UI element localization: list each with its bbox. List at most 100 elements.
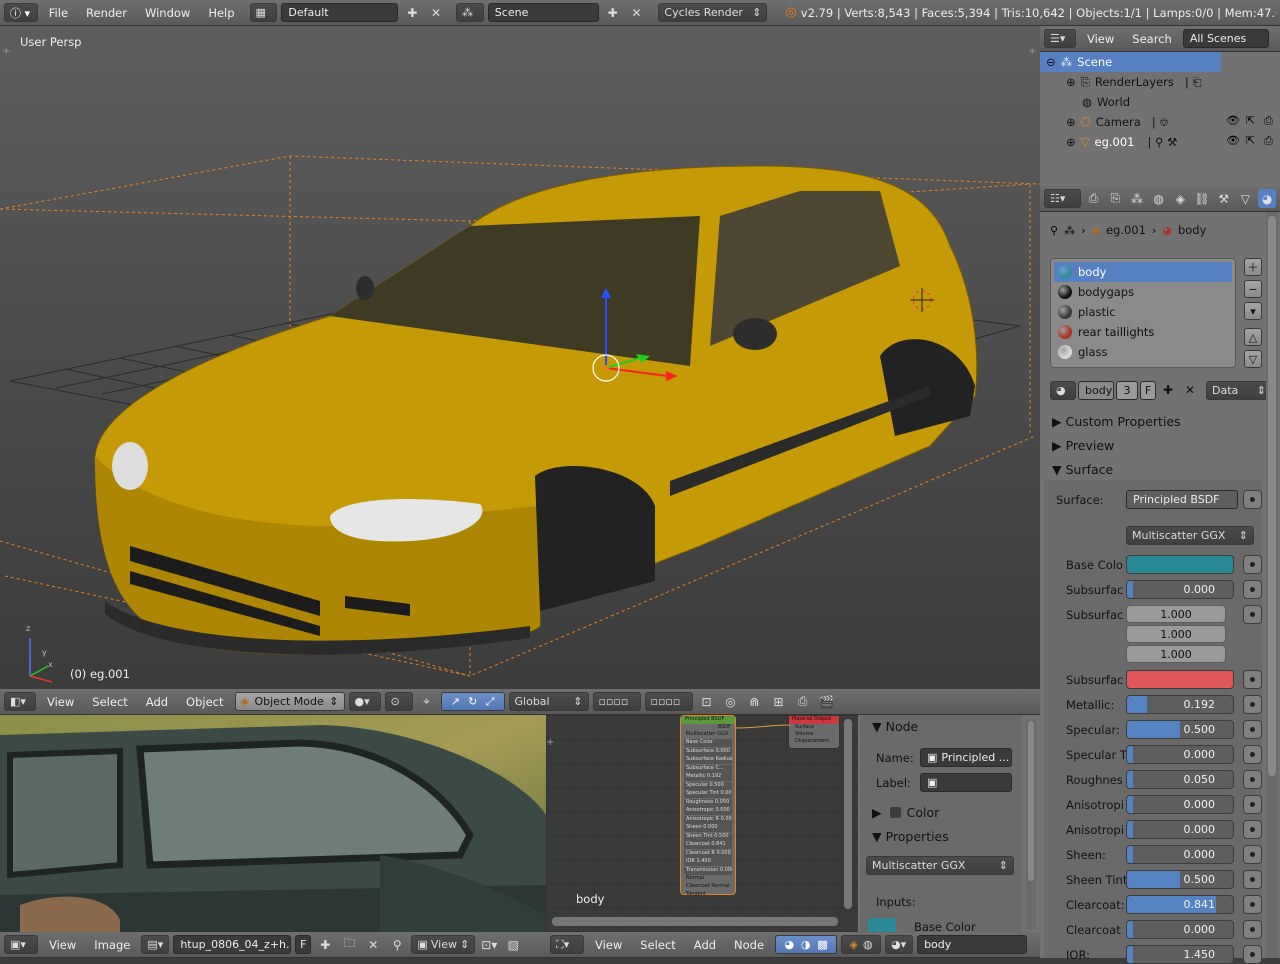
node-distribution-select[interactable]: Multiscatter GGX ⇕	[866, 856, 1014, 875]
menu-window[interactable]: Window	[138, 6, 197, 20]
delete-layout-icon[interactable]: ✕	[426, 3, 446, 22]
properties-scroll-thumb[interactable]	[1268, 216, 1276, 776]
data-tab-icon[interactable]: ▽	[1237, 189, 1255, 208]
panel-custom-properties[interactable]: ▶ Custom Properties	[1052, 410, 1181, 432]
image-editor-canvas[interactable]	[0, 715, 546, 932]
value-slider[interactable]: 0.500	[1126, 870, 1234, 889]
object-tab-icon[interactable]: ◈	[1172, 189, 1190, 208]
manipulator-mode-buttons[interactable]: ↗ ↻ ⤢	[440, 692, 505, 711]
collapse-icon[interactable]: ⊖	[1046, 55, 1056, 69]
add-scene-icon[interactable]: ✚	[603, 3, 623, 22]
input-socket-button[interactable]	[1243, 945, 1262, 964]
outliner-menu-view[interactable]: View	[1080, 32, 1121, 46]
node-material-field[interactable]: body	[917, 935, 1028, 954]
material-users-count[interactable]: 3	[1116, 380, 1138, 400]
node-editor-canvas[interactable]: + Principled BSDF BSDF Multiscatter GGX B…	[546, 715, 858, 932]
remove-slot-button[interactable]: −	[1244, 280, 1262, 298]
pin-icon[interactable]: ⚲	[1050, 224, 1058, 237]
outliner-item-renderlayers[interactable]: ⊕ ⎘ RenderLayers | ⎗	[1066, 72, 1202, 92]
node-menu-select[interactable]: Select	[633, 938, 682, 952]
new-image-icon[interactable]: ✚	[315, 935, 335, 954]
node-horizontal-scrollbar[interactable]	[552, 917, 838, 926]
shading-select[interactable]: ●▾	[348, 692, 381, 711]
node-menu-node[interactable]: Node	[727, 938, 771, 952]
proportional-edit-icon[interactable]: ◎	[721, 692, 741, 711]
node-label-field[interactable]: ▣	[920, 773, 1012, 792]
render-tab-icon[interactable]: ⎙	[1085, 189, 1103, 208]
panel-node[interactable]: ▼ Node	[872, 715, 918, 737]
image-name-field[interactable]: htup_0806_04_z+h...	[173, 935, 292, 954]
input-socket-button[interactable]	[1243, 795, 1262, 814]
image-mode-select[interactable]: ▣ View ⇕	[411, 935, 476, 954]
material-browse-button[interactable]: ◕	[1050, 380, 1076, 400]
input-socket-button[interactable]	[1243, 895, 1262, 914]
menu-file[interactable]: File	[42, 6, 75, 20]
camera-visibility-eye-icon[interactable]: 👁	[1226, 114, 1240, 127]
pivot-icon[interactable]: ⊡▾	[479, 935, 499, 954]
open-image-icon[interactable]: 🗀	[339, 935, 359, 954]
image-fake-user-toggle[interactable]: F	[295, 935, 312, 954]
modifiers-tab-icon[interactable]: ⚒	[1215, 189, 1233, 208]
viewport-menu-add[interactable]: Add	[139, 695, 175, 709]
input-socket-button[interactable]	[1243, 870, 1262, 889]
value-slider[interactable]: 0.000	[1126, 745, 1234, 764]
snap-icon[interactable]: ⋒	[745, 692, 765, 711]
mesh-visibility-eye-icon[interactable]: 👁	[1226, 134, 1240, 147]
material-link-select[interactable]: Data ⇕	[1206, 380, 1272, 400]
material-slot-list[interactable]: body bodygaps plastic rear taillights glass	[1050, 258, 1236, 368]
delete-scene-icon[interactable]: ✕	[627, 3, 647, 22]
material-slot-item[interactable]: glass	[1054, 342, 1232, 362]
properties-editor-type-button[interactable]: ☷▾	[1044, 189, 1081, 208]
slot-specials-button[interactable]: ▾	[1244, 302, 1262, 320]
mesh-select-cursor-icon[interactable]: ⇱	[1246, 134, 1255, 147]
renderlayers-tab-icon[interactable]: ⎘	[1106, 189, 1124, 208]
value-slider[interactable]: 0.841	[1126, 895, 1234, 914]
mesh-render-icon[interactable]: ⎙	[1264, 134, 1273, 148]
constraints-tab-icon[interactable]: ⛓	[1193, 189, 1211, 208]
viewport-menu-select[interactable]: Select	[85, 695, 134, 709]
node-sidebar-scrollbar[interactable]	[1026, 719, 1036, 929]
outliner-item-camera[interactable]: ⊕ ⎔ Camera | ⎊	[1066, 112, 1169, 132]
layers-block-1[interactable]: ▫▫▫▫	[592, 692, 641, 711]
3d-viewport[interactable]: User Persp z y x (0) eg.001 + +	[0, 26, 1040, 689]
value-slider[interactable]: 0.500	[1126, 720, 1234, 739]
value-slider[interactable]: 0.050	[1126, 770, 1234, 789]
input-socket-button[interactable]	[1243, 580, 1262, 599]
panel-properties[interactable]: ▼ Properties	[872, 825, 949, 847]
node-name-field[interactable]: ▣ Principled ...	[920, 748, 1012, 767]
lock-layers-icon[interactable]: ⊡	[697, 692, 717, 711]
outliner-item-eg001[interactable]: ⊕ ▽ eg.001 | ⚲ ⚒	[1066, 132, 1177, 152]
input-socket-button[interactable]	[1243, 605, 1262, 624]
properties-toggle-icon[interactable]: +	[1028, 46, 1036, 57]
move-slot-up-button[interactable]: △	[1244, 328, 1262, 346]
value-slider[interactable]: 0.000	[1126, 920, 1234, 939]
unlink-image-icon[interactable]: ✕	[363, 935, 383, 954]
scene-name-field[interactable]: Scene	[487, 3, 599, 22]
new-material-icon[interactable]: ✚	[1158, 381, 1178, 400]
viewport-menu-object[interactable]: Object	[179, 695, 230, 709]
value-slider[interactable]: 0.000	[1126, 845, 1234, 864]
node-material-browse[interactable]: ◕▾	[885, 935, 914, 954]
expand-icon[interactable]: ⊕	[1066, 115, 1076, 129]
image-menu-image[interactable]: Image	[87, 938, 137, 952]
outliner-editor-type-button[interactable]: ☰▾	[1044, 29, 1076, 48]
expand-icon[interactable]: ⊕	[1066, 135, 1076, 149]
scene-tab-icon[interactable]: ⁂	[1128, 189, 1146, 208]
scene-browse-button[interactable]: ⁂	[455, 3, 484, 22]
material-slot-item[interactable]: bodygaps	[1054, 282, 1232, 302]
render-image-icon[interactable]: ⎙	[793, 692, 813, 711]
world-tab-icon[interactable]: ◍	[1150, 189, 1168, 208]
material-slot-item[interactable]: rear taillights	[1054, 322, 1232, 342]
color-swatch[interactable]	[1126, 670, 1234, 689]
distribution-select[interactable]: Multiscatter GGX ⇕	[1126, 526, 1254, 545]
material-slot-item[interactable]: body	[1054, 262, 1232, 282]
add-layout-icon[interactable]: ✚	[402, 3, 422, 22]
layout-browse-button[interactable]: ▦	[249, 3, 278, 22]
image-browse-button[interactable]: ▤▾	[141, 935, 170, 954]
image-editor-type-button[interactable]: ▣▾	[4, 935, 38, 954]
add-slot-button[interactable]: ＋	[1244, 258, 1262, 276]
camera-render-icon[interactable]: ⎙	[1264, 114, 1273, 128]
material-slot-item[interactable]: plastic	[1054, 302, 1232, 322]
vector-component-field[interactable]: 1.000	[1126, 605, 1226, 623]
input-socket-button[interactable]	[1243, 695, 1262, 714]
